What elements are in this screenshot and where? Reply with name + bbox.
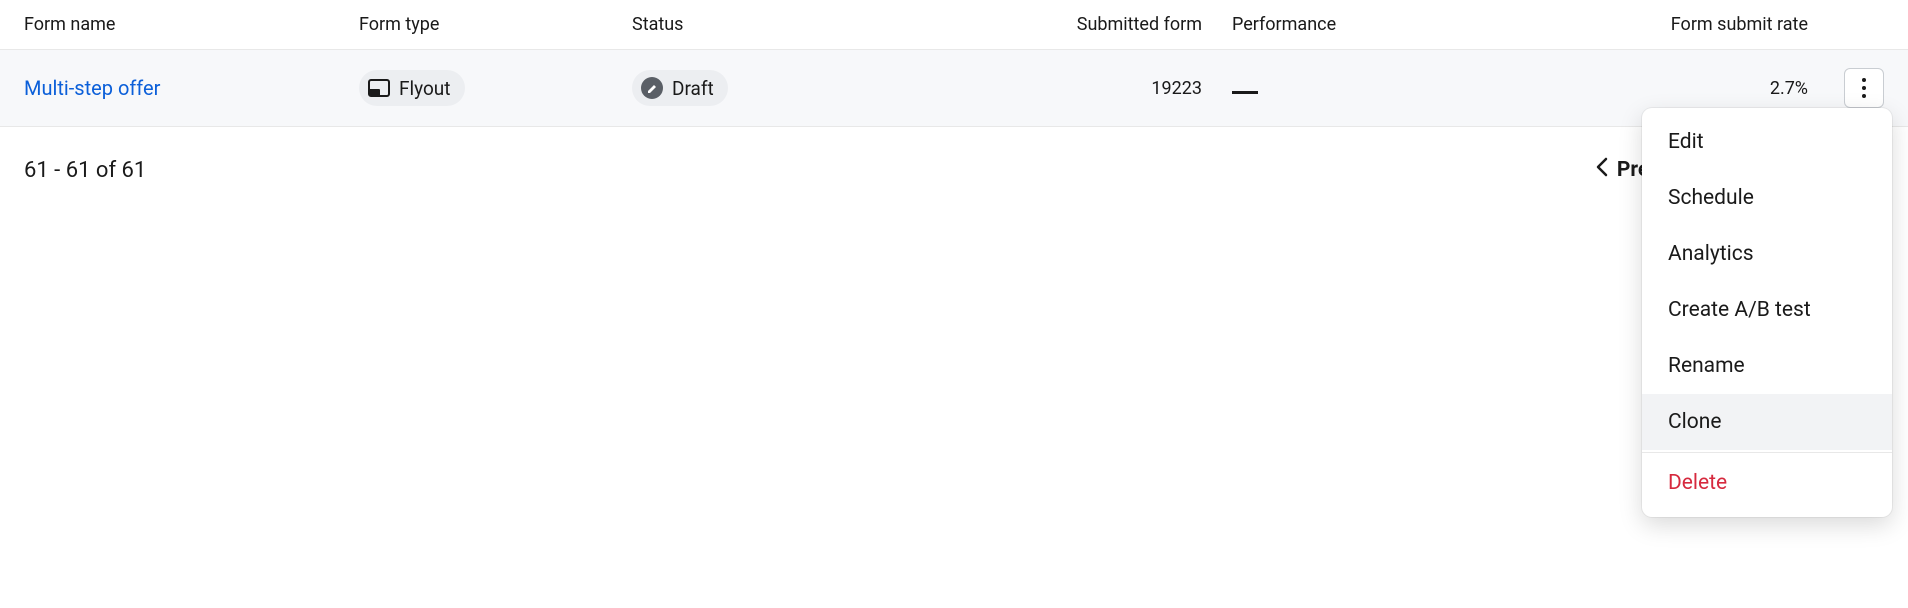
form-name-link[interactable]: Multi-step offer	[24, 76, 160, 100]
menu-divider	[1642, 452, 1892, 453]
menu-item-rename[interactable]: Rename	[1642, 338, 1892, 394]
menu-item-analytics[interactable]: Analytics	[1642, 226, 1892, 282]
column-header-performance[interactable]: Performance	[1202, 14, 1442, 35]
chevron-left-icon	[1595, 157, 1609, 183]
row-actions-menu: Edit Schedule Analytics Create A/B test …	[1642, 108, 1892, 517]
table-header-row: Form name Form type Status Submitted for…	[0, 0, 1908, 50]
row-actions-button[interactable]	[1844, 68, 1884, 108]
form-type-badge: Flyout	[359, 70, 465, 106]
table-row: Multi-step offer Flyout	[0, 50, 1908, 127]
column-header-status[interactable]: Status	[632, 14, 992, 35]
status-badge: Draft	[632, 70, 728, 106]
form-type-label: Flyout	[399, 77, 451, 100]
draft-icon	[640, 76, 664, 100]
column-header-rate[interactable]: Form submit rate	[1442, 14, 1828, 35]
table-footer: 61 - 61 of 61 Prev 1 2 3 4	[0, 127, 1908, 213]
menu-item-schedule[interactable]: Schedule	[1642, 170, 1892, 226]
menu-item-edit[interactable]: Edit	[1642, 114, 1892, 170]
submit-rate-value: 2.7%	[1442, 78, 1828, 99]
flyout-icon	[367, 76, 391, 100]
status-label: Draft	[672, 77, 714, 100]
menu-item-create-ab-test[interactable]: Create A/B test	[1642, 282, 1892, 338]
result-range: 61 - 61 of 61	[24, 158, 146, 183]
forms-table: Form name Form type Status Submitted for…	[0, 0, 1908, 127]
column-header-submitted[interactable]: Submitted form	[992, 14, 1202, 35]
column-header-type[interactable]: Form type	[359, 14, 632, 35]
menu-item-delete[interactable]: Delete	[1642, 455, 1892, 511]
performance-empty	[1232, 91, 1258, 94]
submitted-value: 19223	[992, 78, 1202, 99]
column-header-name[interactable]: Form name	[24, 14, 359, 35]
menu-item-clone[interactable]: Clone	[1642, 394, 1892, 450]
